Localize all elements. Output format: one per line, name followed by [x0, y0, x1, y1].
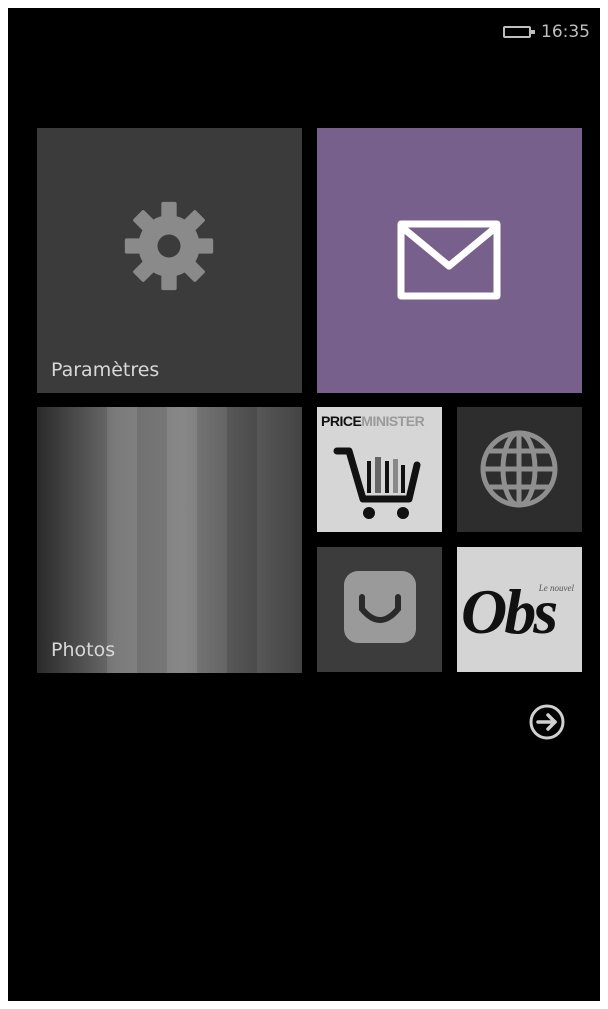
priceminister-logo: PRICEMINISTER [321, 413, 425, 429]
envelope-icon [397, 220, 501, 300]
smiley-icon [344, 571, 416, 643]
battery-icon [503, 26, 535, 38]
settings-label: Paramètres [51, 359, 160, 381]
smiley-app-tile[interactable] [317, 547, 442, 672]
shopping-cart-icon [333, 447, 421, 519]
mail-tile[interactable] [317, 128, 582, 393]
globe-icon [480, 430, 558, 508]
arrow-right-circle-icon[interactable] [528, 703, 566, 741]
photos-tile[interactable]: Photos [37, 407, 302, 673]
settings-tile[interactable]: Paramètres [37, 128, 302, 393]
status-bar: 16:35 [503, 18, 590, 46]
start-screen: 16:35 Paramètres Photos PRICEMINISTER Le… [8, 8, 600, 1001]
obs-logo: Obs [461, 576, 558, 647]
photo-curtain-fold [167, 407, 197, 673]
obs-tile[interactable]: Le nouvel Obs [457, 547, 582, 672]
gear-icon [124, 201, 214, 291]
photo-curtain-fold [107, 407, 137, 673]
photos-label: Photos [51, 639, 116, 661]
clock: 16:35 [541, 22, 590, 42]
priceminister-tile[interactable]: PRICEMINISTER [317, 407, 442, 532]
photo-curtain-fold [227, 407, 257, 673]
browser-tile[interactable] [457, 407, 582, 532]
